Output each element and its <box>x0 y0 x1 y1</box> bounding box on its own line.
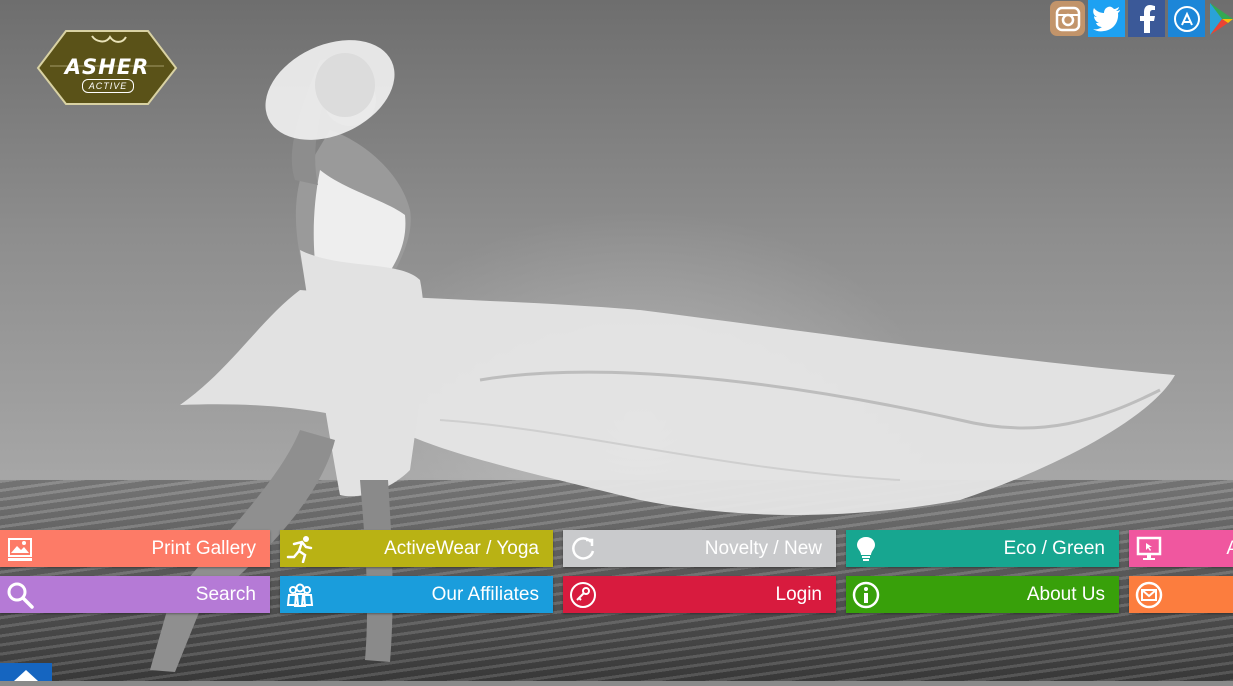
social-links <box>1047 0 1233 37</box>
tile-about-us[interactable]: About Us <box>846 576 1119 613</box>
tile-activewear-yoga[interactable]: ActiveWear / Yoga <box>280 530 553 567</box>
logo-subtitle: ACTIVE <box>82 79 134 93</box>
tile-label: Login <box>775 584 823 605</box>
people-icon <box>286 583 314 607</box>
instagram-icon[interactable] <box>1050 1 1085 36</box>
tile-our-affiliates[interactable]: Our Affiliates <box>280 576 553 613</box>
app-store-icon[interactable] <box>1168 0 1205 37</box>
tile-label: Our Affiliates <box>431 584 539 605</box>
tile-label: Print Gallery <box>151 538 256 559</box>
info-icon <box>852 581 880 609</box>
key-icon <box>570 582 596 608</box>
facebook-icon[interactable] <box>1128 0 1165 37</box>
tile-label: ActiveWear / Yoga <box>384 538 539 559</box>
tile-login[interactable]: Login <box>563 576 836 613</box>
google-play-icon[interactable] <box>1208 0 1233 37</box>
tile-novelty-new[interactable]: Novelty / New <box>563 530 836 567</box>
tile-print-gallery[interactable]: Print Gallery <box>0 530 270 567</box>
tile-partial-a[interactable]: A <box>1129 530 1233 567</box>
tile-search[interactable]: Search <box>0 576 270 613</box>
runner-icon <box>286 536 313 563</box>
logo-wordmark: ASHER <box>64 55 150 79</box>
gallery-icon <box>8 538 32 561</box>
home-icon <box>14 670 38 681</box>
tile-label: Novelty / New <box>704 538 822 559</box>
mail-icon <box>1135 581 1163 609</box>
asher-active-logo[interactable]: ASHER ACTIVE <box>36 28 178 106</box>
tile-eco-green[interactable]: Eco / Green <box>846 530 1119 567</box>
tile-label: Search <box>195 584 256 605</box>
tile-label: About Us <box>1026 584 1105 605</box>
tile-label: Eco / Green <box>1003 538 1105 559</box>
tile-label: A <box>1226 538 1233 559</box>
twitter-icon[interactable] <box>1088 0 1125 37</box>
home-button[interactable] <box>0 663 52 681</box>
search-icon <box>7 582 34 609</box>
refresh-icon <box>572 537 595 560</box>
lightbulb-icon <box>857 537 875 561</box>
monitor-icon <box>1136 536 1162 560</box>
tile-contact[interactable] <box>1129 576 1233 613</box>
